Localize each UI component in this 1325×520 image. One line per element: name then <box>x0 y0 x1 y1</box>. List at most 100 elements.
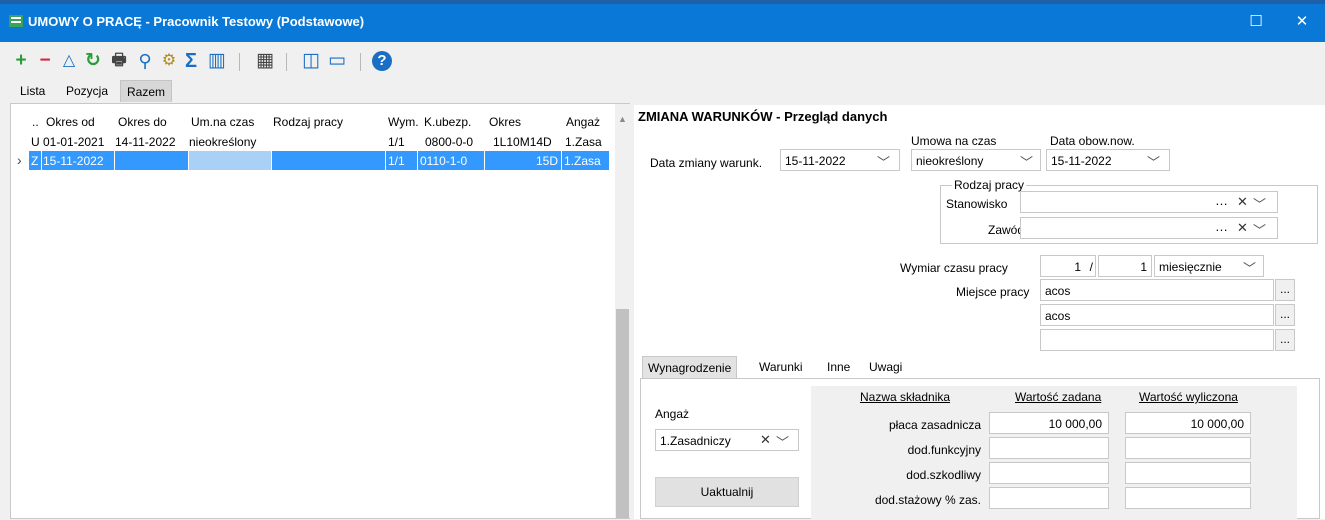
scrollbar-thumb[interactable] <box>616 309 629 518</box>
tab-uwagi[interactable]: Uwagi <box>864 356 907 378</box>
details-panel: ZMIANA WARUNKÓW - Przegląd danych Umowa … <box>634 105 1325 520</box>
split-view-icon[interactable]: ◫ <box>300 50 322 72</box>
data-obow-field[interactable]: 15-11-2022 ﹀ <box>1046 149 1170 171</box>
miejsce-line-2[interactable]: acos <box>1040 304 1274 326</box>
cell-okres-od: 15-11-2022 <box>43 154 104 168</box>
wymiar-period-select[interactable]: miesięcznie ﹀ <box>1154 255 1264 277</box>
zawod-field[interactable]: … ✕ ﹀ <box>1020 217 1278 239</box>
settings-icon[interactable]: ⚙ <box>158 50 180 72</box>
cell-okres-do: 14-11-2022 <box>115 135 176 149</box>
cell-um-na-czas: nieokreślony <box>189 135 257 149</box>
col-header-rodzaj-pracy[interactable]: Rodzaj pracy <box>273 115 343 129</box>
clear-icon[interactable]: ✕ <box>1237 194 1248 210</box>
col-header-angaz[interactable]: Angaż <box>566 115 600 129</box>
tab-lista[interactable]: Lista <box>14 80 51 102</box>
zadana-cell[interactable] <box>989 462 1109 484</box>
maximize-button[interactable]: ☐ <box>1233 8 1279 36</box>
data-zmiany-field[interactable]: 15-11-2022 ﹀ <box>780 149 900 171</box>
table-row[interactable]: U 01-01-2021 14-11-2022 nieokreślony 1/1… <box>11 132 615 151</box>
tab-inne[interactable]: Inne <box>822 356 855 378</box>
cell-bg: 1/1 <box>386 151 417 170</box>
wymiar-denominator[interactable]: 1 <box>1098 255 1152 277</box>
print-icon[interactable]: 🖶 <box>108 50 130 72</box>
taskbar-strip <box>0 0 1325 4</box>
umowa-na-czas-select[interactable]: nieokreślony ﹀ <box>911 149 1041 171</box>
clear-icon[interactable]: ✕ <box>760 432 771 448</box>
cell-bg <box>272 151 385 170</box>
cell-k-ubezp: 0110-1-0 <box>420 154 468 168</box>
columns-icon[interactable]: ▥ <box>206 50 228 72</box>
miejsce-line-3[interactable] <box>1040 329 1274 351</box>
sum-icon[interactable]: Σ <box>180 50 202 72</box>
vertical-scrollbar[interactable]: ▲ <box>615 104 630 518</box>
col-header-um-na-czas[interactable]: Um.na czas <box>191 115 254 129</box>
wymiar-numerator[interactable]: 1 / <box>1040 255 1096 277</box>
zadana-cell[interactable] <box>989 437 1109 459</box>
zadana-cell[interactable] <box>989 487 1109 509</box>
miejsce-line-1-browse-button[interactable]: ... <box>1275 279 1295 301</box>
refresh-icon[interactable]: ↻ <box>82 50 104 72</box>
tab-razem[interactable]: Razem <box>120 80 173 102</box>
remove-icon[interactable]: − <box>34 50 56 72</box>
calculator-icon[interactable]: ▦ <box>254 50 276 72</box>
col-header-type[interactable]: .. <box>32 115 39 129</box>
wyliczona-cell: 10 000,00 <box>1125 412 1251 434</box>
search-icon[interactable]: ⚲ <box>134 50 156 72</box>
chevron-down-icon[interactable]: ﹀ <box>1253 220 1266 239</box>
ellipsis-icon[interactable]: … <box>1215 219 1228 234</box>
miejsce-line-3-browse-button[interactable]: ... <box>1275 329 1295 351</box>
col-header-okres[interactable]: Okres <box>489 115 521 129</box>
rodzaj-pracy-label: Rodzaj pracy <box>952 178 1027 192</box>
zadana-cell[interactable]: 10 000,00 <box>989 412 1109 434</box>
col-header-okres-od[interactable]: Okres od <box>46 115 95 129</box>
chevron-down-icon[interactable]: ﹀ <box>776 432 789 451</box>
add-icon[interactable]: + <box>10 50 32 72</box>
zawod-label: Zawód <box>988 223 1025 237</box>
components-table: Nazwa składnika Wartość zadana Wartość w… <box>811 386 1297 520</box>
scroll-up-icon[interactable]: ▲ <box>618 114 627 124</box>
miejsce-line-1[interactable]: acos <box>1040 279 1274 301</box>
chevron-down-icon[interactable]: ﹀ <box>1243 258 1256 277</box>
wymiar-numerator-value: 1 <box>1074 260 1081 274</box>
col-header-zadana: Wartość zadana <box>1015 390 1102 404</box>
wymiar-period-value: miesięcznie <box>1159 260 1222 274</box>
contracts-grid: .. Okres od Okres do Um.na czas Rodzaj p… <box>10 103 630 519</box>
table-row-selected[interactable]: › Z 15-11-2022 1/1 0110-1-0 15D 1.Zasa <box>11 151 615 170</box>
cell-bg: Z <box>29 151 41 170</box>
data-zmiany-label: Data zmiany warunk. <box>650 156 763 170</box>
angaz-value: 1.Zasadniczy <box>660 434 731 448</box>
chevron-down-icon[interactable]: ﹀ <box>1147 152 1160 171</box>
ellipsis-icon[interactable]: … <box>1215 193 1228 208</box>
window-title: UMOWY O PRACĘ - Pracownik Testowy (Podst… <box>28 14 365 29</box>
help-icon[interactable]: ? <box>372 51 392 71</box>
cell-bg: 15-11-2022 <box>42 151 114 170</box>
cell-angaz: 1.Zasa <box>565 135 602 149</box>
clear-icon[interactable]: ✕ <box>1237 220 1248 236</box>
chevron-down-icon[interactable]: ﹀ <box>1020 152 1033 171</box>
wyliczona-cell <box>1125 487 1251 509</box>
tab-pozycja[interactable]: Pozycja <box>60 80 114 102</box>
stanowisko-field[interactable]: … ✕ ﹀ <box>1020 191 1278 213</box>
cell-type: U <box>31 135 40 149</box>
angaz-select[interactable]: 1.Zasadniczy ✕ ﹀ <box>655 429 799 451</box>
cell-okres-od: 01-01-2021 <box>43 135 105 149</box>
uaktualnij-button[interactable]: Uaktualnij <box>655 477 799 507</box>
chevron-down-icon[interactable]: ﹀ <box>1253 194 1266 213</box>
edit-triangle-icon[interactable]: △ <box>58 50 80 72</box>
miejsce-line-2-browse-button[interactable]: ... <box>1275 304 1295 326</box>
tab-wynagrodzenie[interactable]: Wynagrodzenie <box>642 356 738 378</box>
screen-icon[interactable]: ▭ <box>326 50 348 72</box>
app-icon <box>9 15 23 27</box>
grid-header: .. Okres od Okres do Um.na czas Rodzaj p… <box>11 112 615 132</box>
chevron-down-icon[interactable]: ﹀ <box>877 152 890 171</box>
wyliczona-value: 10 000,00 <box>1190 417 1244 431</box>
col-header-k-ubezp[interactable]: K.ubezp. <box>424 115 471 129</box>
close-button[interactable]: ✕ <box>1279 8 1325 36</box>
cell-bg <box>115 151 188 170</box>
wymiar-label: Wymiar czasu pracy <box>900 261 1008 275</box>
tab-warunki[interactable]: Warunki <box>754 356 808 378</box>
miejsce-line-2-value: acos <box>1045 309 1071 323</box>
col-header-okres-do[interactable]: Okres do <box>118 115 167 129</box>
col-header-wym[interactable]: Wym. <box>388 115 419 129</box>
cell-okres: 1L10M14D <box>493 135 552 149</box>
